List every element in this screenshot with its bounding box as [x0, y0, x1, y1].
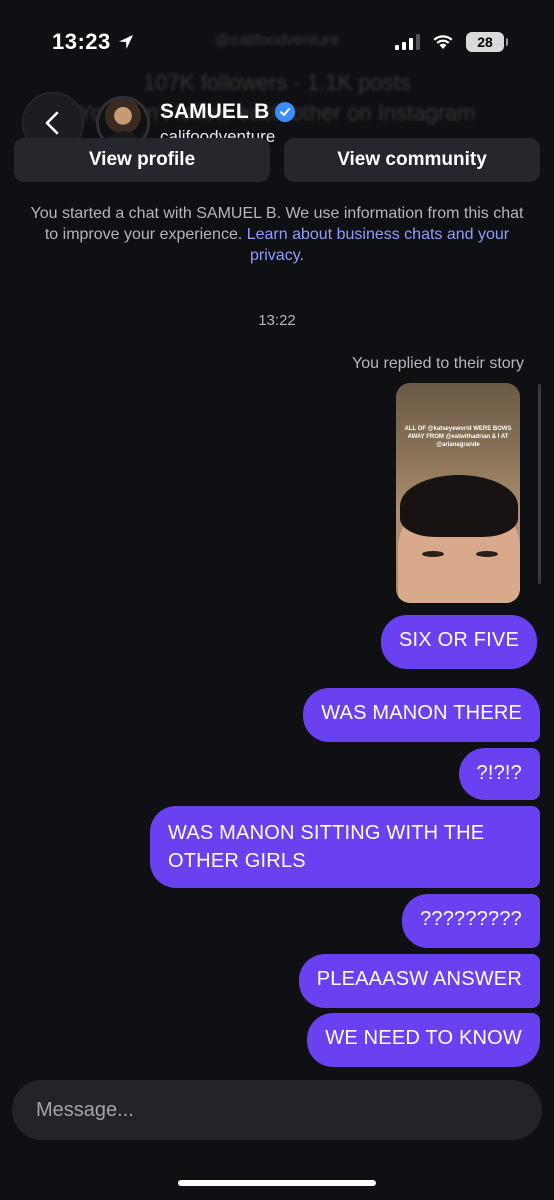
wifi-icon	[433, 35, 453, 49]
verified-badge-icon	[275, 101, 296, 122]
status-bar: 13:23 28	[0, 0, 554, 84]
signal-icon	[395, 34, 420, 50]
story-reply-note: You replied to their story	[352, 355, 524, 372]
status-time: 13:23	[52, 29, 135, 55]
message-bubble[interactable]: ?!?!?	[458, 748, 540, 800]
message-bubble[interactable]: SIX OR FIVE	[380, 615, 537, 669]
privacy-link[interactable]: Learn about business chats and your priv…	[247, 226, 509, 264]
scrollbar[interactable]	[538, 384, 541, 584]
message-input[interactable]: Message...	[12, 1080, 542, 1140]
profile-name-row: SAMUEL B	[160, 99, 296, 124]
location-arrow-icon	[118, 35, 133, 49]
chat-info-end: .	[299, 247, 304, 264]
story-eye-left	[422, 551, 444, 557]
message-bubble[interactable]: WAS MANON SITTING WITH THE OTHER GIRLS	[150, 806, 540, 888]
story-eye-right	[476, 551, 498, 557]
back-chevron-icon	[45, 111, 59, 135]
chat-info-notice: You started a chat with SAMUEL B. We use…	[22, 203, 532, 266]
message-timestamp: 13:22	[258, 312, 296, 329]
story-hair	[400, 475, 518, 537]
message-bubble[interactable]: ?????????	[402, 894, 540, 948]
status-icons: 28	[395, 32, 508, 52]
message-bubble[interactable]: WE NEED TO KNOW	[307, 1013, 540, 1067]
story-caption: ALL OF @katseyeworld WERE BOWS AWAY FROM…	[404, 426, 512, 448]
view-community-button[interactable]: View community	[284, 138, 540, 182]
profile-name: SAMUEL B	[160, 99, 270, 123]
home-indicator[interactable]	[178, 1180, 376, 1186]
clock: 13:23	[52, 29, 111, 54]
message-bubble[interactable]: PLEAAASW ANSWER	[298, 954, 540, 1008]
story-thumbnail[interactable]: ALL OF @katseyeworld WERE BOWS AWAY FROM…	[396, 383, 520, 603]
view-profile-button[interactable]: View profile	[14, 138, 270, 182]
battery-icon: 28	[466, 32, 508, 52]
message-bubble[interactable]: WAS MANON THERE	[303, 688, 540, 742]
profile-actions: View profile View community	[14, 138, 540, 182]
